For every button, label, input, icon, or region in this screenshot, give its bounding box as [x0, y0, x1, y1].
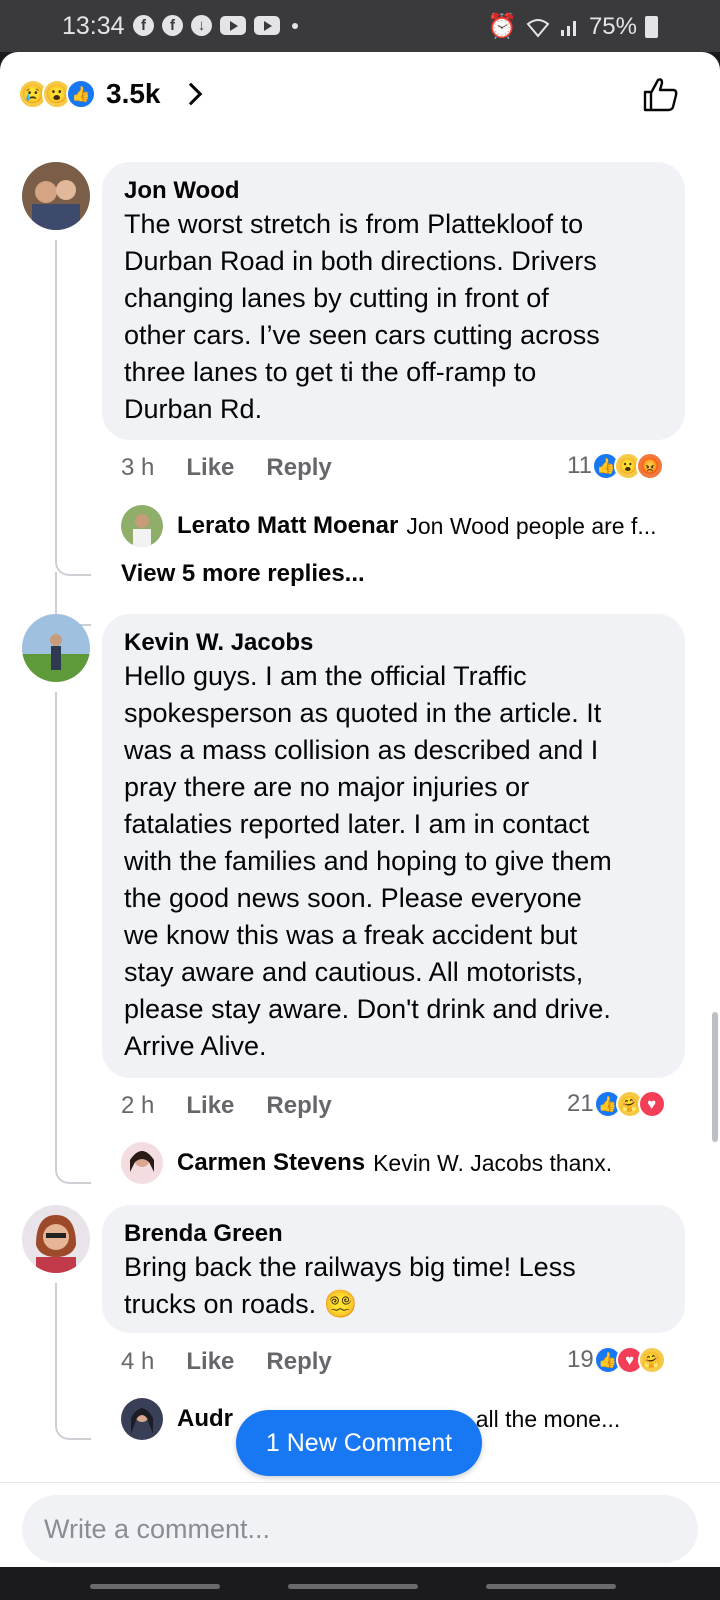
reply-link[interactable]: Reply	[266, 454, 331, 482]
comment-input[interactable]	[22, 1495, 698, 1563]
comment-reactions[interactable]: 19 👍 ♥ 🤗	[567, 1346, 666, 1374]
comments-sheet: 😢 😮 👍 3.5k Jon Wood The worst stretch is…	[0, 52, 720, 1567]
comment-text-line: The worst stretch is from Plattekloof to	[124, 209, 584, 239]
view-more-replies-link[interactable]: View 5 more replies...	[121, 560, 365, 588]
comment-actions: 2 h Like Reply	[121, 1092, 364, 1120]
thread-line	[55, 692, 57, 1162]
comment-reactions[interactable]: 21 👍 🤗 ♥	[567, 1090, 666, 1118]
avatar[interactable]	[22, 162, 90, 230]
facebook-icon: f	[133, 15, 154, 36]
thread-branch	[55, 492, 91, 576]
avatar[interactable]	[121, 505, 163, 547]
comment-text-line: Durban Rd.	[124, 394, 263, 424]
wifi-icon	[526, 18, 550, 38]
comment-bubble[interactable]: Jon Wood The worst stretch is from Platt…	[102, 162, 685, 440]
comment-timestamp: 3 h	[121, 454, 155, 481]
thread-branch	[55, 1132, 91, 1184]
comment-text-line: was a mass collision as described and I	[124, 735, 599, 765]
battery-icon	[645, 15, 658, 38]
alarm-icon: ⏰	[487, 13, 517, 40]
comment-bubble[interactable]: Brenda Green Bring back the railways big…	[102, 1205, 685, 1333]
comment-author[interactable]: Brenda Green	[124, 1219, 663, 1249]
comment-bubble[interactable]: Kevin W. Jacobs Hello guys. I am the off…	[102, 614, 685, 1078]
new-comment-button[interactable]: 1 New Comment	[236, 1410, 482, 1476]
comment-text-line: Hello guys. I am the official Traffic	[124, 661, 527, 691]
reply-text: Kevin W. Jacobs thanx.	[373, 1149, 613, 1176]
reply-preview[interactable]: Carmen Stevens Kevin W. Jacobs thanx.	[121, 1142, 612, 1184]
notification-icons: f f ↓	[133, 15, 298, 36]
comment-reactions[interactable]: 11 👍 😮 😡	[567, 452, 664, 480]
comment-text-line: three lanes to get ti the off-ramp to	[124, 357, 537, 387]
reactions-summary[interactable]: 😢 😮 👍 3.5k	[18, 78, 202, 110]
reaction-count: 19	[567, 1346, 594, 1373]
comment-text-line: Arrive Alive.	[124, 1031, 267, 1061]
thread-branch	[55, 1382, 91, 1440]
youtube-icon	[220, 16, 246, 35]
avatar[interactable]	[121, 1398, 163, 1440]
avatar[interactable]	[22, 614, 90, 682]
reply-author[interactable]: Carmen Stevens	[177, 1149, 365, 1177]
comment-text-line: other cars. I’ve seen cars cutting acros…	[124, 320, 600, 350]
reply-preview[interactable]: Lerato Matt Moenar Jon Wood people are f…	[121, 505, 657, 547]
status-bar: 13:34 f f ↓ ⏰ 75%	[0, 0, 720, 52]
comment-text-line: we know this was a freak accident but	[124, 920, 578, 950]
comment-text-line: trucks on roads. 😵‍💫	[124, 1289, 358, 1319]
comment-text-line: Bring back the railways big time! Less	[124, 1252, 576, 1282]
like-link[interactable]: Like	[186, 1092, 234, 1120]
reply-link[interactable]: Reply	[266, 1092, 331, 1120]
comment-actions: 4 h Like Reply	[121, 1348, 364, 1376]
avatar[interactable]	[121, 1142, 163, 1184]
more-notifications-icon	[292, 22, 298, 29]
comment-actions: 3 h Like Reply	[121, 454, 364, 482]
like-link[interactable]: Like	[186, 1348, 234, 1376]
comment-text-line: with the families and hoping to give the…	[124, 846, 612, 876]
love-reaction-icon: ♥	[637, 1090, 666, 1118]
home-button[interactable]	[288, 1584, 418, 1589]
comment-author[interactable]: Jon Wood	[124, 176, 663, 206]
reaction-count: 3.5k	[106, 78, 161, 109]
like-link[interactable]: Like	[186, 454, 234, 482]
comment-text-line: stay aware and cautious. All motorists,	[124, 957, 584, 987]
scrollbar[interactable]	[712, 1012, 718, 1142]
reply-author[interactable]: Audr	[177, 1405, 233, 1433]
status-time: 13:34	[62, 12, 125, 40]
reactions-header: 😢 😮 👍 3.5k	[0, 52, 720, 132]
comment-text-line: changing lanes by cutting in front of	[124, 283, 549, 313]
comment-timestamp: 2 h	[121, 1092, 155, 1119]
avatar[interactable]	[22, 1205, 90, 1273]
comment-text-line: the good news soon. Please everyone	[124, 883, 582, 913]
comment-author[interactable]: Kevin W. Jacobs	[124, 628, 663, 658]
battery-percent: 75%	[588, 12, 637, 40]
recent-apps-button[interactable]	[90, 1584, 220, 1589]
compose-bar	[0, 1482, 720, 1567]
comment-text-line: Durban Road in both directions. Drivers	[124, 246, 597, 276]
reaction-count: 21	[567, 1090, 594, 1117]
like-button-icon[interactable]	[640, 74, 680, 114]
comment-text-line: please stay aware. Don't drink and drive…	[124, 994, 611, 1024]
comment-timestamp: 4 h	[121, 1348, 155, 1375]
reply-link[interactable]: Reply	[266, 1348, 331, 1376]
reply-author[interactable]: Lerato Matt Moenar	[177, 512, 398, 540]
reply-text: Jon Wood people are f...	[406, 512, 657, 539]
like-reaction-icon: 👍	[66, 79, 96, 109]
reaction-count: 11	[567, 452, 592, 479]
system-icons: ⏰ 75%	[487, 12, 658, 41]
care-reaction-icon: 🤗	[637, 1346, 666, 1374]
download-icon: ↓	[191, 15, 212, 36]
comment-text-line: spokesperson as quoted in the article. I…	[124, 698, 602, 728]
navigation-bar	[0, 1567, 720, 1600]
youtube-icon	[254, 16, 280, 35]
signal-icon	[560, 20, 576, 36]
back-button[interactable]	[486, 1584, 616, 1589]
facebook-icon: f	[162, 15, 183, 36]
angry-reaction-icon: 😡	[635, 452, 664, 480]
comment-text-line: fatalaties reported later. I am in conta…	[124, 809, 590, 839]
comment-text-line: pray there are no major injuries or	[124, 772, 530, 802]
chevron-right-icon	[179, 82, 202, 106]
